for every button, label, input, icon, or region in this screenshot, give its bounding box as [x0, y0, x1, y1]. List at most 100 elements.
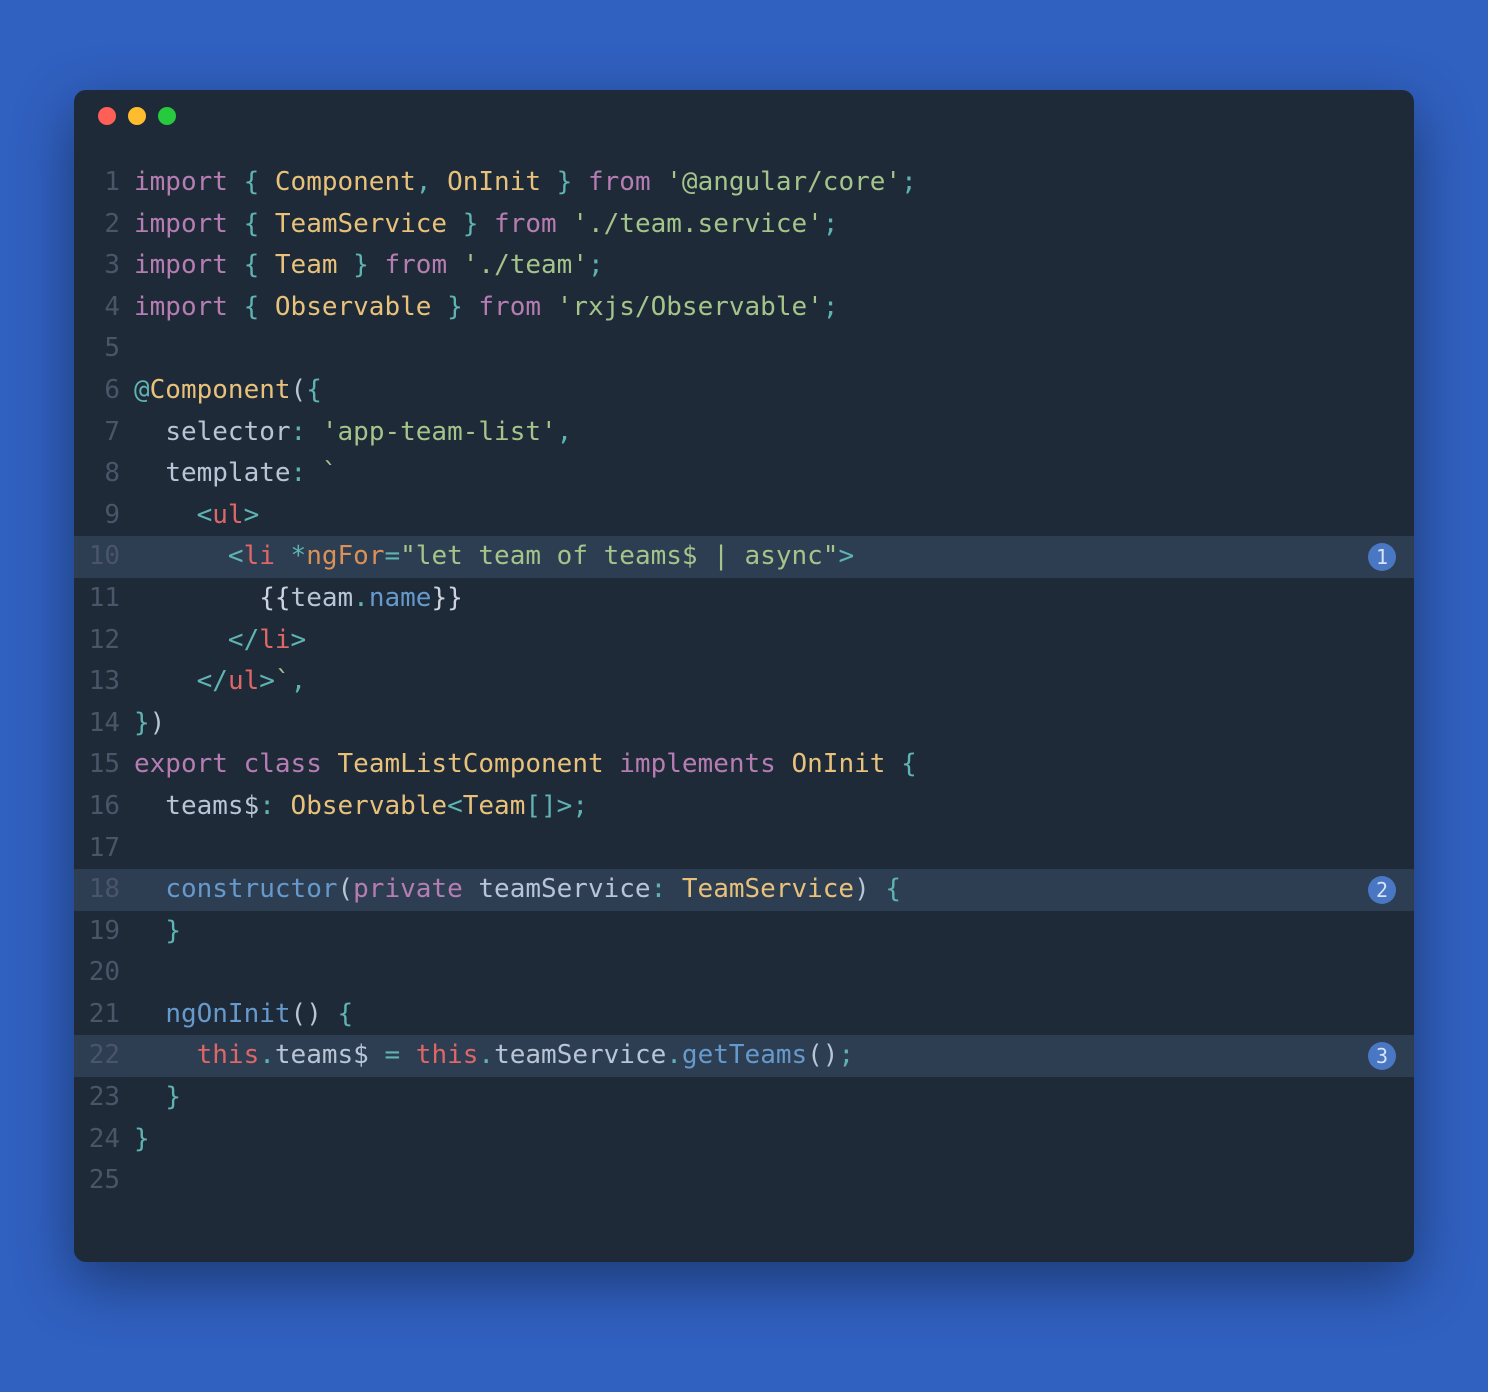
- code-content[interactable]: selector: 'app-team-list',: [134, 412, 1414, 454]
- code-token: './team.service': [572, 209, 822, 239]
- code-token: Observable: [291, 791, 448, 821]
- code-line[interactable]: 5: [74, 328, 1414, 370]
- code-token: from: [494, 209, 557, 239]
- code-line[interactable]: 7 selector: 'app-team-list',: [74, 412, 1414, 454]
- code-content[interactable]: </ul>`,: [134, 661, 1414, 703]
- minimize-icon[interactable]: [128, 107, 146, 125]
- code-token: ;: [588, 250, 604, 280]
- annotation-badge[interactable]: 1: [1368, 543, 1396, 571]
- code-line[interactable]: 21 ngOnInit() {: [74, 994, 1414, 1036]
- line-number: 20: [74, 952, 134, 994]
- code-content[interactable]: }: [134, 911, 1414, 953]
- code-line[interactable]: 12 </li>: [74, 620, 1414, 662]
- code-line[interactable]: 8 template: `: [74, 453, 1414, 495]
- code-token: [369, 250, 385, 280]
- code-line[interactable]: 6@Component({: [74, 370, 1414, 412]
- code-token: [306, 458, 322, 488]
- code-line[interactable]: 22 this.teams$ = this.teamService.getTea…: [74, 1035, 1414, 1077]
- code-token: .: [666, 1040, 682, 1070]
- code-token: {: [244, 167, 260, 197]
- code-token: :: [291, 458, 307, 488]
- code-line[interactable]: 24}: [74, 1119, 1414, 1161]
- code-line[interactable]: 10 <li *ngFor="let team of teams$ | asyn…: [74, 536, 1414, 578]
- code-content[interactable]: teams$: Observable<Team[]>;: [134, 786, 1414, 828]
- code-token: </: [228, 625, 259, 655]
- code-token: [228, 292, 244, 322]
- code-line[interactable]: 23 }: [74, 1077, 1414, 1119]
- code-token: `: [322, 458, 338, 488]
- code-token: import: [134, 209, 228, 239]
- code-token: @: [134, 375, 150, 405]
- code-token: [557, 209, 573, 239]
- code-line[interactable]: 25: [74, 1160, 1414, 1202]
- code-token: [275, 791, 291, 821]
- line-number: 19: [74, 911, 134, 953]
- code-token: ul: [228, 666, 259, 696]
- code-line[interactable]: 14}): [74, 703, 1414, 745]
- maximize-icon[interactable]: [158, 107, 176, 125]
- code-token: '@angular/core': [666, 167, 901, 197]
- code-token: [134, 874, 165, 904]
- code-token: template: [165, 458, 290, 488]
- code-token: [134, 500, 197, 530]
- code-line[interactable]: 11 {{team.name}}: [74, 578, 1414, 620]
- code-token: TeamService: [275, 209, 447, 239]
- code-content[interactable]: import { Component, OnInit } from '@angu…: [134, 162, 1414, 204]
- code-line[interactable]: 13 </ul>`,: [74, 661, 1414, 703]
- code-content[interactable]: ngOnInit() {: [134, 994, 1414, 1036]
- code-token: "let team of teams$ | async": [400, 541, 838, 571]
- code-line[interactable]: 4import { Observable } from 'rxjs/Observ…: [74, 287, 1414, 329]
- code-token: =: [384, 541, 400, 571]
- code-content[interactable]: template: `: [134, 453, 1414, 495]
- code-token: [134, 916, 165, 946]
- code-line[interactable]: 19 }: [74, 911, 1414, 953]
- code-token: this: [197, 1040, 260, 1070]
- line-number: 15: [74, 744, 134, 786]
- code-line[interactable]: 18 constructor(private teamService: Team…: [74, 869, 1414, 911]
- code-token: [572, 167, 588, 197]
- code-content[interactable]: export class TeamListComponent implement…: [134, 744, 1414, 786]
- code-line[interactable]: 9 <ul>: [74, 495, 1414, 537]
- code-token: [338, 250, 354, 280]
- code-editor[interactable]: 1 import { Component, OnInit } from '@ang…: [74, 142, 1414, 1262]
- code-token: ,: [291, 666, 307, 696]
- code-content[interactable]: import { TeamService } from './team.serv…: [134, 204, 1414, 246]
- code-content[interactable]: constructor(private teamService: TeamSer…: [134, 869, 1414, 911]
- code-content[interactable]: import { Observable } from 'rxjs/Observa…: [134, 287, 1414, 329]
- close-icon[interactable]: [98, 107, 116, 125]
- code-token: [134, 1040, 197, 1070]
- code-content[interactable]: @Component({: [134, 370, 1414, 412]
- code-content[interactable]: }): [134, 703, 1414, 745]
- code-content[interactable]: import { Team } from './team';: [134, 245, 1414, 287]
- code-token: [134, 999, 165, 1029]
- code-token: import: [134, 250, 228, 280]
- code-token: ;: [823, 209, 839, 239]
- code-content[interactable]: {{team.name}}: [134, 578, 1414, 620]
- code-token: ngOnInit: [165, 999, 290, 1029]
- code-token: name: [369, 583, 432, 613]
- code-token: }: [134, 1124, 150, 1154]
- code-content[interactable]: }: [134, 1077, 1414, 1119]
- code-line[interactable]: 2import { TeamService } from './team.ser…: [74, 204, 1414, 246]
- code-content[interactable]: <ul>: [134, 495, 1414, 537]
- code-token: [275, 541, 291, 571]
- code-content[interactable]: </li>: [134, 620, 1414, 662]
- code-token: [400, 1040, 416, 1070]
- code-content[interactable]: this.teams$ = this.teamService.getTeams(…: [134, 1035, 1414, 1077]
- code-line[interactable]: 15export class TeamListComponent impleme…: [74, 744, 1414, 786]
- code-content[interactable]: }: [134, 1119, 1414, 1161]
- code-line[interactable]: 17: [74, 828, 1414, 870]
- code-token: :: [259, 791, 275, 821]
- line-number: 10: [74, 536, 134, 578]
- annotation-badge[interactable]: 2: [1368, 876, 1396, 904]
- code-token: [228, 749, 244, 779]
- code-line[interactable]: 3import { Team } from './team';: [74, 245, 1414, 287]
- code-token: ,: [557, 417, 573, 447]
- code-line[interactable]: 20: [74, 952, 1414, 994]
- code-token: [259, 167, 275, 197]
- code-content[interactable]: <li *ngFor="let team of teams$ | async">: [134, 536, 1414, 578]
- code-token: [463, 292, 479, 322]
- code-line[interactable]: 16 teams$: Observable<Team[]>;: [74, 786, 1414, 828]
- line-number: 3: [74, 245, 134, 287]
- code-line[interactable]: 1import { Component, OnInit } from '@ang…: [74, 162, 1414, 204]
